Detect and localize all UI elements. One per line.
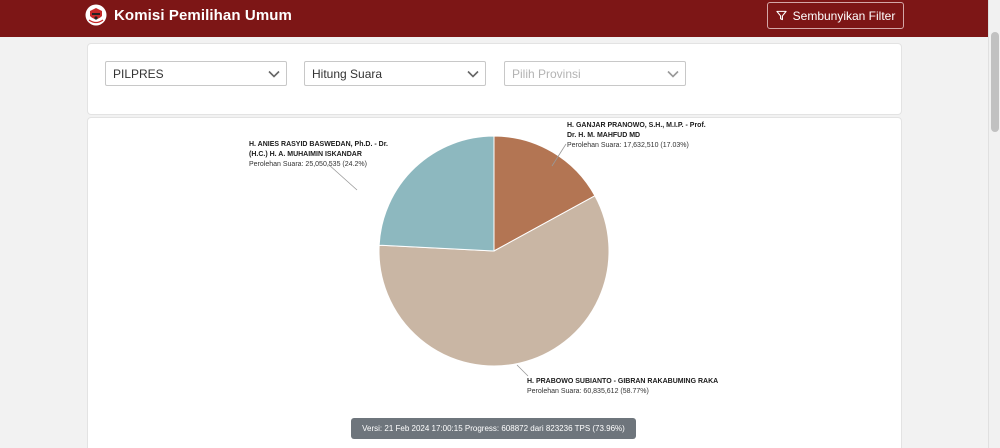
anies-vote-text: Perolehan Suara: 25,050,535 (24.2%) bbox=[249, 161, 367, 168]
ganjar-name-line2: Dr. H. M. MAHFUD MD bbox=[567, 132, 641, 139]
pie-slice-anies[interactable] bbox=[378, 135, 495, 252]
ganjar-name-line1: H. GANJAR PRANOWO, S.H., M.I.P. - Prof. bbox=[567, 122, 706, 129]
anies-name-line2: (H.C.) H. A. MUHAIMIN ISKANDAR bbox=[249, 151, 362, 158]
prabowo-vote-text: Perolehan Suara: 60,835,612 (58.77%) bbox=[527, 388, 649, 395]
version-progress-badge: Versi: 21 Feb 2024 17:00:15 Progress: 60… bbox=[351, 418, 636, 439]
prabowo-name-line1: H. PRABOWO SUBIANTO - GIBRAN RAKABUMING … bbox=[527, 378, 719, 385]
page-scrollbar[interactable] bbox=[988, 0, 1000, 448]
ganjar-vote-text: Perolehan Suara: 17,632,510 (17.03%) bbox=[567, 142, 689, 149]
scrollbar-thumb[interactable] bbox=[991, 32, 999, 132]
slice-label-ganjar: H. GANJAR PRANOWO, S.H., M.I.P. - Prof. … bbox=[567, 121, 706, 151]
slice-label-prabowo: H. PRABOWO SUBIANTO - GIBRAN RAKABUMING … bbox=[527, 377, 718, 397]
anies-name-line1: H. ANIES RASYID BASWEDAN, Ph.D. - Dr. bbox=[249, 141, 388, 148]
vote-pie-chart bbox=[327, 135, 610, 377]
leader-line-prabowo bbox=[516, 364, 529, 377]
slice-label-anies: H. ANIES RASYID BASWEDAN, Ph.D. - Dr. (H… bbox=[249, 140, 388, 170]
